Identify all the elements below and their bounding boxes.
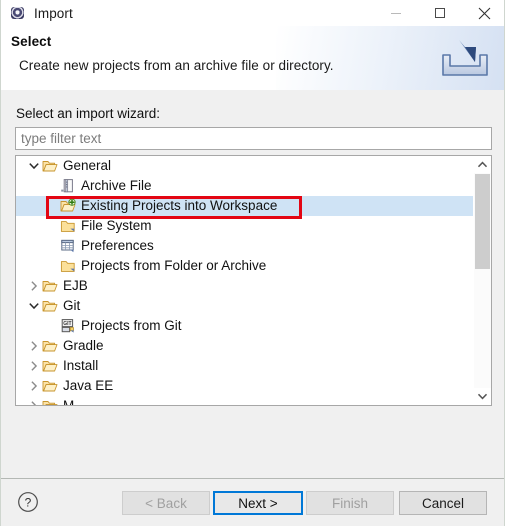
tree-item-label: Gradle (63, 338, 104, 353)
chevron-right-icon[interactable] (26, 396, 42, 405)
back-button[interactable]: < Back (122, 491, 210, 515)
window-title: Import (34, 5, 73, 21)
chevron-right-icon[interactable] (26, 356, 42, 376)
tree-item-label: General (63, 158, 112, 173)
wizard-header: Select Create new projects from an archi… (1, 26, 504, 90)
scroll-down-icon[interactable] (474, 388, 491, 405)
close-icon[interactable] (462, 0, 504, 26)
import-wizard-tree[interactable]: General Archive File Existing Projects int… (15, 155, 492, 406)
wizard-list-label: Select an import wizard: (16, 106, 161, 121)
open-folder-icon (42, 378, 60, 394)
import-projects-icon (60, 198, 78, 214)
scrollbar-thumb[interactable] (475, 174, 490, 269)
folder-icon (60, 218, 78, 234)
import-dialog: Import Select Create new projects from a… (0, 0, 505, 526)
dialog-footer: ? < Back Next > Finish Cancel (1, 479, 504, 526)
cancel-button[interactable]: Cancel (399, 491, 487, 515)
tree-item-projects-from-git[interactable]: GIT Projects from Git (16, 316, 474, 336)
minimize-icon[interactable] (374, 0, 418, 26)
eclipse-import-icon (10, 5, 26, 21)
svg-text:?: ? (25, 496, 32, 510)
archive-file-icon (60, 178, 78, 194)
next-button[interactable]: Next > (213, 491, 303, 515)
title-bar: Import (1, 0, 504, 26)
open-folder-icon (42, 158, 60, 174)
open-folder-icon (42, 338, 60, 354)
preferences-icon (60, 238, 78, 254)
tree-item-java-ee[interactable]: Java EE (16, 376, 474, 396)
open-folder-icon (42, 398, 60, 405)
chevron-right-icon[interactable] (26, 336, 42, 356)
tree-item-existing-projects-into-workspace[interactable]: Existing Projects into Workspace (16, 196, 474, 216)
open-folder-icon (42, 298, 60, 314)
folder-icon (60, 258, 78, 274)
window-controls (374, 0, 504, 26)
chevron-right-icon[interactable] (26, 276, 42, 296)
tree-item-label: Git (63, 298, 81, 313)
dialog-body: Select an import wizard: General Archive … (1, 90, 504, 478)
tree-item-label: Projects from Git (81, 318, 182, 333)
tree-item-label: EJB (63, 278, 88, 293)
import-arrow-into-tray-icon (437, 37, 493, 81)
page-description: Create new projects from an archive file… (19, 58, 334, 73)
tree-item-label: Install (63, 358, 99, 373)
tree-item-ejb[interactable]: EJB (16, 276, 474, 296)
tree-item-archive-file[interactable]: Archive File (16, 176, 474, 196)
chevron-down-icon[interactable] (26, 156, 42, 176)
filter-input[interactable] (15, 127, 492, 150)
tree-item-general[interactable]: General (16, 156, 474, 176)
svg-text:GIT: GIT (63, 321, 71, 327)
tree-item-projects-from-folder-or-archive[interactable]: Projects from Folder or Archive (16, 256, 474, 276)
help-icon[interactable]: ? (17, 491, 39, 513)
tree-item-preferences[interactable]: Preferences (16, 236, 474, 256)
tree-item-label: Projects from Folder or Archive (81, 258, 267, 273)
tree-item-label: File System (81, 218, 152, 233)
open-folder-icon (42, 278, 60, 294)
tree-item-label: M (63, 398, 74, 405)
git-icon: GIT (60, 318, 78, 334)
tree-item-gradle[interactable]: Gradle (16, 336, 474, 356)
tree-vertical-scrollbar[interactable] (473, 156, 491, 405)
page-title: Select (11, 34, 52, 49)
maximize-icon[interactable] (418, 0, 462, 26)
tree-item-label: Archive File (81, 178, 152, 193)
tree-item-label: Java EE (63, 378, 114, 393)
tree-item-install[interactable]: Install (16, 356, 474, 376)
tree-viewport: General Archive File Existing Projects int… (16, 156, 474, 405)
tree-item-file-system[interactable]: File System (16, 216, 474, 236)
chevron-down-icon[interactable] (26, 296, 42, 316)
open-folder-icon (42, 358, 60, 374)
finish-button[interactable]: Finish (306, 491, 394, 515)
tree-item-label: Preferences (81, 238, 154, 253)
tree-item-git[interactable]: Git (16, 296, 474, 316)
tree-item-label: Existing Projects into Workspace (81, 198, 278, 213)
scroll-up-icon[interactable] (474, 156, 491, 173)
chevron-right-icon[interactable] (26, 376, 42, 396)
tree-item-m[interactable]: M (16, 396, 474, 405)
